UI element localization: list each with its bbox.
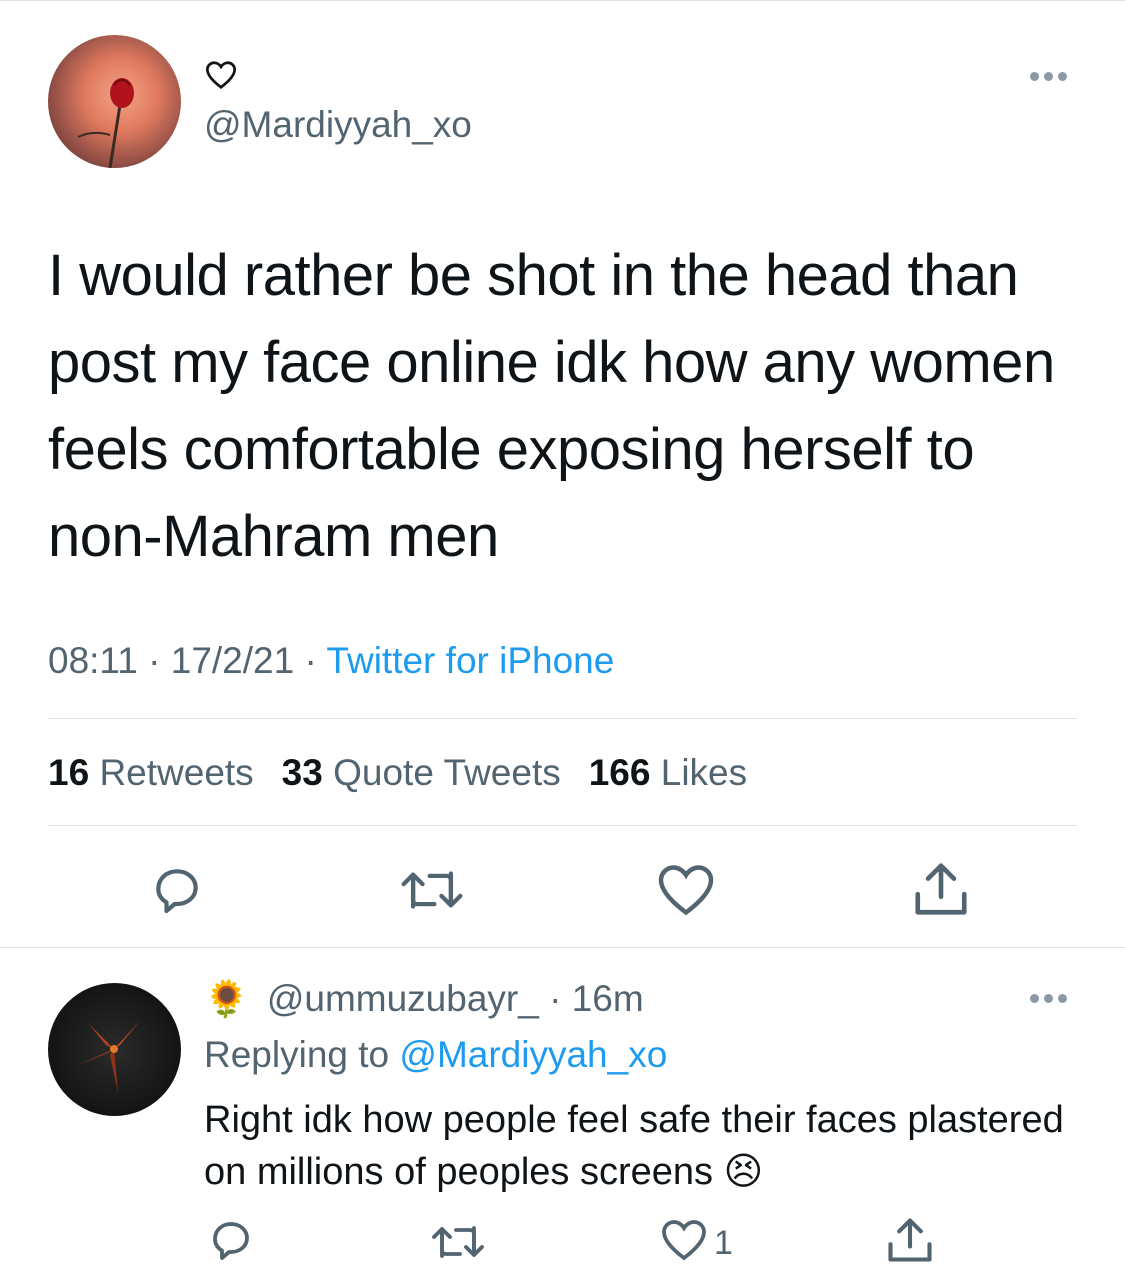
- quotes-stat[interactable]: 33 Quote Tweets: [282, 752, 561, 794]
- tweet-date: 17/2/21: [170, 640, 295, 681]
- divider: [48, 825, 1077, 826]
- more-icon[interactable]: [1030, 72, 1067, 81]
- share-icon[interactable]: [884, 1214, 936, 1266]
- meta-separator: ·: [137, 640, 171, 681]
- share-icon[interactable]: [910, 858, 972, 920]
- tweet-source-link[interactable]: Twitter for iPhone: [326, 640, 614, 681]
- lily-photo: [78, 1021, 148, 1093]
- avatar-ummuzubayr[interactable]: [48, 983, 181, 1116]
- tweet-meta: 08:11 · 17/2/21 · Twitter for iPhone: [48, 640, 614, 682]
- likes-count: 166: [588, 752, 651, 793]
- likes-label: Likes: [660, 752, 748, 793]
- reply-icon[interactable]: [206, 1216, 256, 1264]
- divider: [48, 718, 1077, 719]
- persevering-face-emoji: 😣: [723, 1151, 764, 1193]
- tweet-divider: [0, 947, 1125, 948]
- reply-like-count: 1: [714, 1224, 733, 1262]
- reply-text-body: Right idk how people feel safe their fac…: [204, 1099, 1064, 1193]
- reply-text: Right idk how people feel safe their fac…: [204, 1094, 1084, 1198]
- tweet-time: 08:11: [48, 640, 138, 681]
- replying-to: Replying to @Mardiyyah_xo: [204, 1034, 667, 1076]
- avatar-mardiyyah[interactable]: [48, 35, 181, 168]
- quotes-label: Quote Tweets: [333, 752, 561, 793]
- like-icon[interactable]: [660, 1218, 708, 1262]
- retweets-label: Retweets: [99, 752, 254, 793]
- reply-handle: @ummuzubayr_: [266, 978, 539, 1019]
- reply-icon[interactable]: [148, 862, 206, 918]
- retweets-count: 16: [48, 752, 90, 793]
- reply-header: 🌻 @ummuzubayr_ · 16m: [204, 978, 644, 1020]
- top-divider: [0, 0, 1125, 1]
- reply-age: 16m: [571, 978, 644, 1019]
- author-handle[interactable]: @Mardiyyah_xo: [204, 104, 472, 146]
- retweets-stat[interactable]: 16 Retweets: [48, 752, 254, 794]
- likes-stat[interactable]: 166 Likes: [589, 752, 747, 794]
- sunflower-emoji: 🌻: [204, 978, 249, 1019]
- quotes-count: 33: [281, 752, 323, 793]
- replying-mention-link[interactable]: @Mardiyyah_xo: [399, 1034, 667, 1075]
- tweet-stats: 16 Retweets 33 Quote Tweets 166 Likes: [48, 752, 747, 794]
- like-icon[interactable]: [656, 862, 716, 918]
- rose-photo: [77, 78, 134, 168]
- meta-separator: ·: [294, 640, 327, 681]
- reply-author-handle[interactable]: @ummuzubayr_ · 16m: [267, 978, 644, 1020]
- retweet-icon[interactable]: [398, 864, 466, 916]
- replying-label: Replying to: [204, 1034, 390, 1075]
- more-icon[interactable]: [1030, 994, 1067, 1003]
- heart-icon: [205, 61, 237, 89]
- retweet-icon[interactable]: [430, 1220, 486, 1264]
- tweet-actions: [0, 852, 1125, 922]
- reply-separator: ·: [538, 978, 572, 1019]
- tweet-text: I would rather be shot in the head than …: [48, 243, 1055, 569]
